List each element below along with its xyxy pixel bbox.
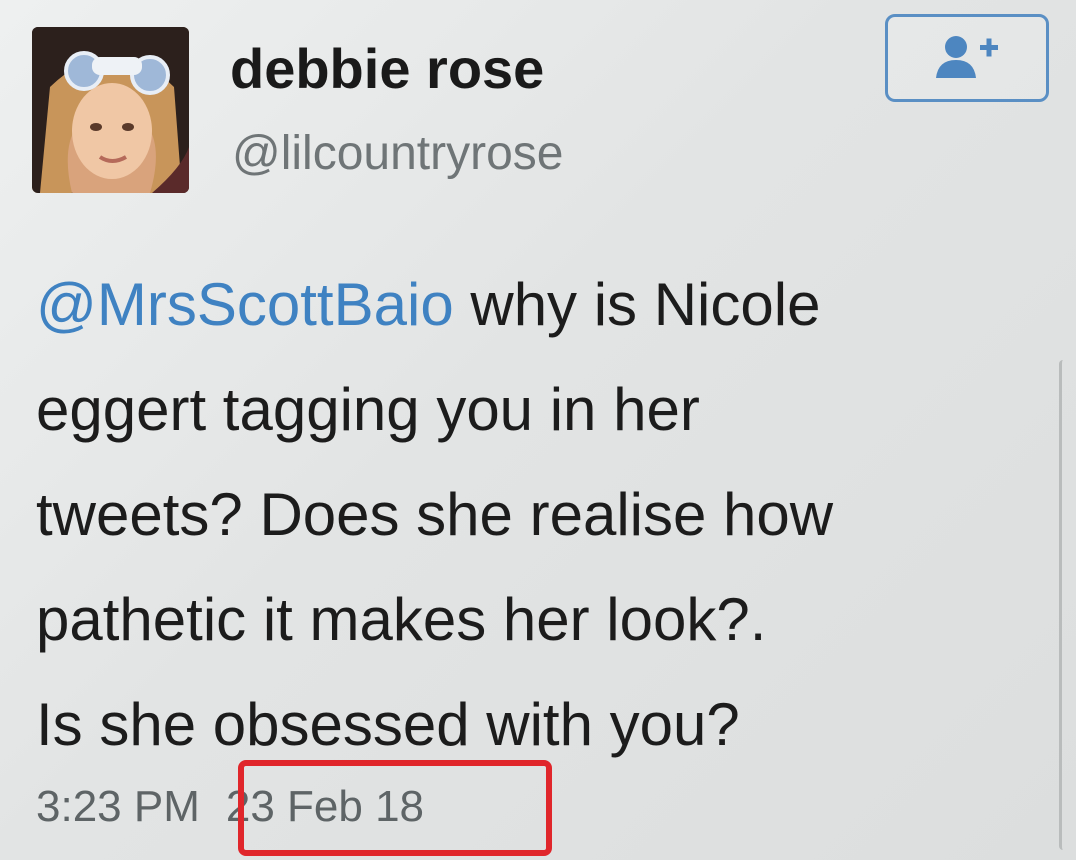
- tweet-line-2: eggert tagging you in her: [36, 376, 700, 443]
- user-handle[interactable]: @lilcountryrose: [232, 126, 564, 181]
- tweet-line-1: @MrsScottBaio why is Nicole: [36, 252, 1056, 357]
- scrollbar-track: [1059, 360, 1070, 850]
- avatar-photo: [32, 27, 189, 193]
- display-name[interactable]: debbie rose: [230, 36, 544, 101]
- tweet-card: debbie rose @lilcountryrose @MrsScottBai…: [0, 0, 1076, 860]
- follow-button[interactable]: [885, 14, 1049, 102]
- tweet-line-1-text: why is Nicole: [453, 271, 821, 338]
- date-highlight-box: [238, 760, 552, 856]
- avatar[interactable]: [32, 27, 189, 193]
- tweet-line-4: pathetic it makes her look?.: [36, 586, 767, 653]
- mention-link[interactable]: @MrsScottBaio: [36, 271, 454, 338]
- add-user-icon: [936, 36, 998, 78]
- tweet-text: @MrsScottBaio why is Nicole eggert taggi…: [36, 252, 1056, 777]
- tweet-line-3: tweets? Does she realise how: [36, 481, 834, 548]
- tweet-time: 3:23 PM: [36, 782, 200, 831]
